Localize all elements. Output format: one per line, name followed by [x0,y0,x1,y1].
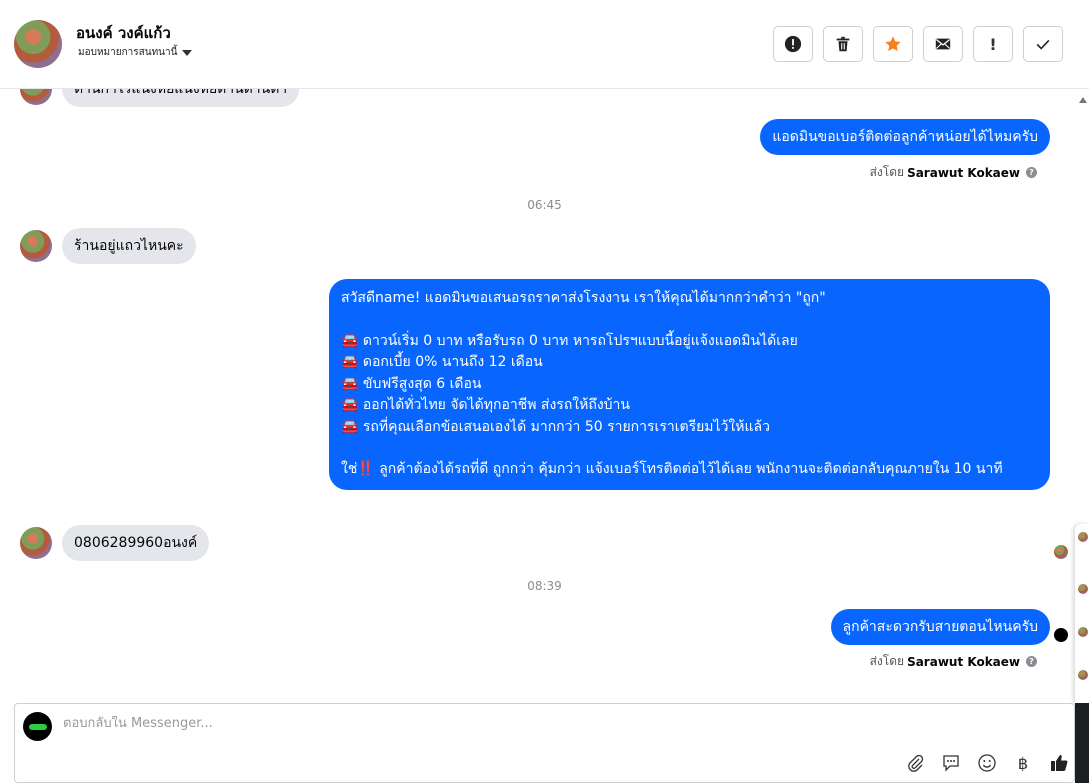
baht-icon: ฿ [1017,753,1029,773]
info-icon[interactable]: ? [1026,656,1037,667]
page-seen-avatar [1054,628,1068,642]
attach-button[interactable] [904,752,926,774]
outgoing-message[interactable]: ลูกค้าสะดวกรับสายตอนไหนครับ [830,609,1050,645]
promo-bullet: 🚘 รถที่คุณเลือกข้อเสนอเองได้ มากกว่า 50 … [341,418,770,435]
trash-icon [836,36,850,52]
promo-bullet: 🚘 ขับฟรีสูงสุด 6 เดือน [341,375,482,392]
promo-intro: สวัสดีname! แอดมินขอเสนอรถราคาส่งโรงงาน … [341,290,826,306]
contact-avatar-small [20,89,52,105]
alert-circle-icon [784,35,802,53]
exclamation-icon: ! [989,34,997,54]
promo-closing: ใช่‼️ ลูกค้าต้องได้รถที่ดี ถูกกว่า คุ้มก… [341,461,1003,477]
assign-label: มอบหมายการสนทนานี้ [78,47,178,58]
reply-composer: ฿ [14,703,1075,783]
sent-by-prefix: ส่งโดย [869,165,905,179]
contact-avatar-small [20,527,52,559]
incoming-message: 0806289960อนงค์ [20,525,210,561]
side-avatar[interactable] [1078,627,1088,637]
message-thread[interactable]: ต้านกำไรแน่งหั้ยแน่งหั้ยต้านต้านต้า แอดม… [0,89,1075,699]
conversation-header: อนงค์ วงค์แก้ว มอบหมายการสนทนานี้ ! [0,0,1089,89]
done-button[interactable] [1023,26,1063,62]
reply-input[interactable] [63,716,963,731]
side-panel-footer [1075,703,1089,783]
promo-bullet: 🚘 ออกได้ทั่วไทย จัดได้ทุกอาชีพ ส่งรถให้ถ… [341,397,630,413]
star-button[interactable] [873,26,913,62]
spam-button[interactable] [773,26,813,62]
page-avatar [23,712,52,741]
delete-button[interactable] [823,26,863,62]
sent-by-prefix: ส่งโดย [869,654,905,668]
contact-avatar[interactable] [14,20,62,68]
side-avatar[interactable] [1078,584,1088,594]
sender-name: Sarawut Kokaew [907,654,1020,669]
saved-replies-button[interactable] [940,752,962,774]
car-emoji-icon: 🚘 [341,418,363,435]
paperclip-icon [908,754,924,772]
mark-unread-button[interactable] [923,26,963,62]
promo-bullet: 🚘 ดอกเบี้ย 0% นานถึง 12 เดือน [341,354,543,370]
star-icon [885,36,901,52]
message-bubble[interactable]: ร้านอยู่แถวไหนคะ [62,228,196,264]
outgoing-message[interactable]: สวัสดีname! แอดมินขอเสนอรถราคาส่งโรงงาน … [329,279,1050,490]
like-button[interactable] [1048,752,1070,774]
contact-name[interactable]: อนงค์ วงค์แก้ว [76,21,171,45]
car-emoji-icon: 🚘 [341,397,363,413]
outgoing-message[interactable]: แอดมินขอเบอร์ติดต่อลูกค้าหน่อยได้ไหมครับ [760,119,1050,155]
caret-down-icon [182,49,193,56]
seen-indicator-avatar [1054,545,1068,559]
side-avatar[interactable] [1078,532,1088,542]
contact-avatar-small [20,230,52,262]
header-actions: ! [773,26,1063,62]
envelope-icon [935,38,951,50]
incoming-message: ต้านกำไรแน่งหั้ยแน่งหั้ยต้านต้านต้า [20,89,300,107]
message-bubble[interactable]: ต้านกำไรแน่งหั้ยแน่งหั้ยต้านต้านต้า [62,89,300,107]
promo-bullet: 🚘 ดาวน์เริ่ม 0 บาท หรือรับรถ 0 บาท หารถโ… [341,332,798,349]
speech-bubble-icon [943,755,959,772]
follow-up-button[interactable]: ! [973,26,1013,62]
side-avatar[interactable] [1078,670,1088,680]
sent-by-label: ส่งโดย Sarawut Kokaew ? [870,652,1037,671]
assign-conversation-dropdown[interactable]: มอบหมายการสนทนานี้ [78,45,193,60]
car-emoji-icon: 🚘 [341,332,363,349]
payment-button[interactable]: ฿ [1012,752,1034,774]
car-emoji-icon: 🚘 [341,354,363,370]
composer-tools: ฿ [904,752,1070,774]
scroll-up-icon[interactable] [1079,97,1087,103]
thumbs-up-icon [1051,755,1068,771]
emoji-button[interactable] [976,752,998,774]
message-bubble[interactable]: 0806289960อนงค์ [62,525,210,561]
timestamp: 08:39 [527,579,562,593]
sender-name: Sarawut Kokaew [907,165,1020,180]
timestamp: 06:45 [527,198,562,212]
car-emoji-icon: 🚘 [341,375,363,392]
incoming-message: ร้านอยู่แถวไหนคะ [20,228,196,264]
check-icon [1036,39,1050,50]
collapsed-side-panel[interactable] [1075,524,1089,704]
sent-by-label: ส่งโดย Sarawut Kokaew ? [870,163,1037,182]
info-icon[interactable]: ? [1026,167,1037,178]
smiley-icon [978,754,996,772]
